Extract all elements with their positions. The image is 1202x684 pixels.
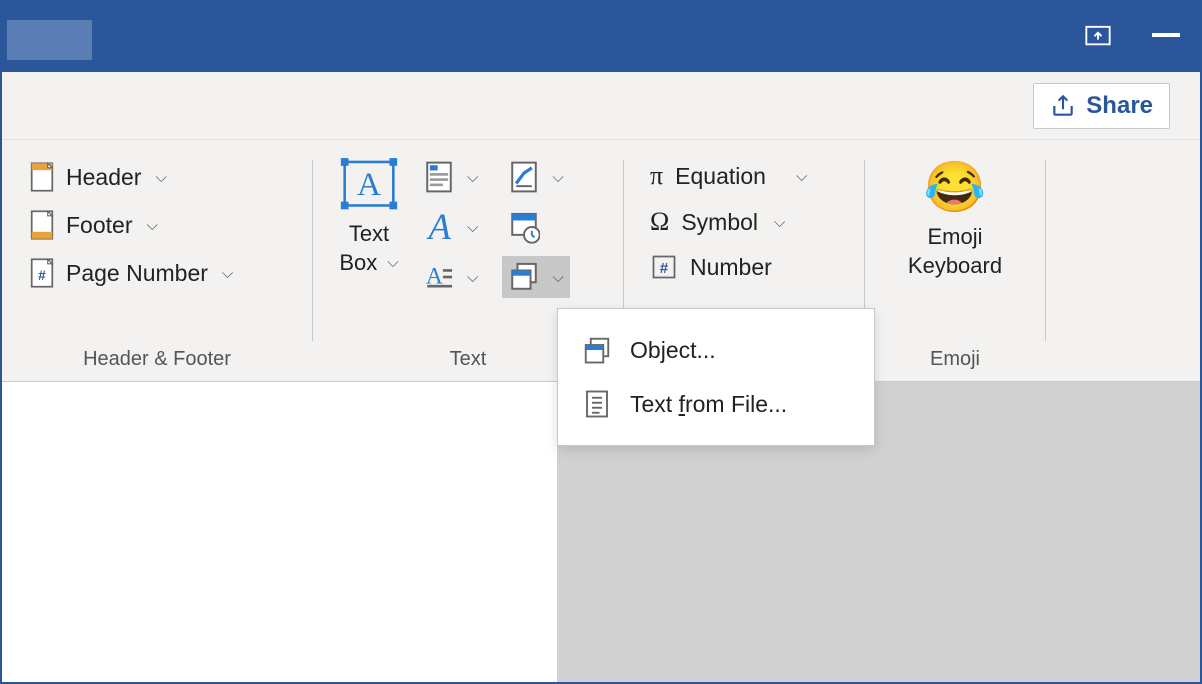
header-button[interactable]: Header ⌵ (20, 158, 241, 196)
emoji-label-2: Keyboard (908, 252, 1002, 281)
emoji-label-1: Emoji (908, 223, 1002, 252)
chevron-down-icon: ⌵ (155, 169, 166, 186)
chevron-down-icon: ⌵ (222, 265, 233, 282)
emoji-keyboard-button[interactable]: 😂 Emoji Keyboard (902, 152, 1008, 286)
number-button[interactable]: # Number (642, 250, 815, 284)
chevron-down-icon: ⌵ (552, 269, 563, 286)
text-from-file-menu-item[interactable]: Text from File... (558, 377, 874, 431)
share-button[interactable]: Share (1033, 83, 1170, 129)
page-number-button[interactable]: # Page Number ⌵ (20, 254, 241, 292)
header-label: Header (66, 164, 141, 191)
omega-icon: Ω (650, 207, 669, 237)
chevron-down-icon: ⌵ (146, 217, 157, 234)
symbol-label: Symbol (681, 209, 758, 236)
ribbon-display-options-icon[interactable] (1084, 21, 1112, 54)
equation-label: Equation (675, 163, 766, 190)
header-footer-group: Header ⌵ Footer ⌵ # (2, 140, 312, 381)
text-box-button[interactable]: A Text Box ⌵ (331, 152, 407, 279)
footer-label: Footer (66, 212, 132, 239)
chevron-down-icon: ⌵ (552, 169, 563, 186)
equation-button[interactable]: π Equation ⌵ (642, 158, 815, 194)
emoji-group: 😂 Emoji Keyboard Emoji (865, 140, 1045, 381)
share-label: Share (1086, 92, 1153, 120)
page-number-label: Page Number (66, 260, 208, 287)
emoji-icon: 😂 (924, 158, 986, 217)
titlebar (2, 2, 1200, 72)
document-page[interactable] (2, 382, 557, 682)
sharebar: Share (2, 72, 1200, 140)
title-highlight (7, 20, 92, 60)
quick-parts-button[interactable]: ⌵ (417, 156, 484, 198)
text-from-file-menu-label: Text from File... (630, 391, 787, 418)
chevron-down-icon: ⌵ (774, 214, 785, 231)
object-button[interactable]: ⌵ (502, 256, 569, 298)
object-menu-label: Object... (630, 337, 716, 364)
ribbon: Header ⌵ Footer ⌵ # (2, 140, 1200, 382)
symbol-button[interactable]: Ω Symbol ⌵ (642, 204, 815, 240)
signature-line-button[interactable]: ⌵ (502, 156, 569, 198)
footer-button[interactable]: Footer ⌵ (20, 206, 241, 244)
wordart-button[interactable]: A ⌵ (417, 206, 484, 248)
emoji-group-label: Emoji (883, 348, 1027, 381)
chevron-down-icon: ⌵ (796, 168, 807, 185)
minimize-icon[interactable] (1152, 33, 1180, 37)
chevron-down-icon: ⌵ (467, 219, 478, 236)
pi-icon: π (650, 161, 663, 191)
svg-text:#: # (660, 260, 669, 277)
svg-text:#: # (38, 268, 46, 283)
date-time-button[interactable] (502, 206, 546, 248)
number-label: Number (690, 254, 772, 281)
text-box-label-1: Text (349, 220, 389, 249)
chevron-down-icon: ⌵ (467, 169, 478, 186)
object-dropdown: Object... Text from File... (557, 308, 875, 446)
chevron-down-icon: ⌵ (467, 269, 478, 286)
header-footer-group-label: Header & Footer (20, 348, 294, 381)
chevron-down-icon: ⌵ (387, 253, 398, 273)
text-box-label-2: Box (339, 249, 377, 278)
object-menu-item[interactable]: Object... (558, 323, 874, 377)
svg-text:A: A (427, 210, 452, 244)
divider (1045, 160, 1046, 341)
svg-text:A: A (357, 166, 381, 203)
drop-cap-button[interactable]: A ⌵ (417, 256, 484, 298)
